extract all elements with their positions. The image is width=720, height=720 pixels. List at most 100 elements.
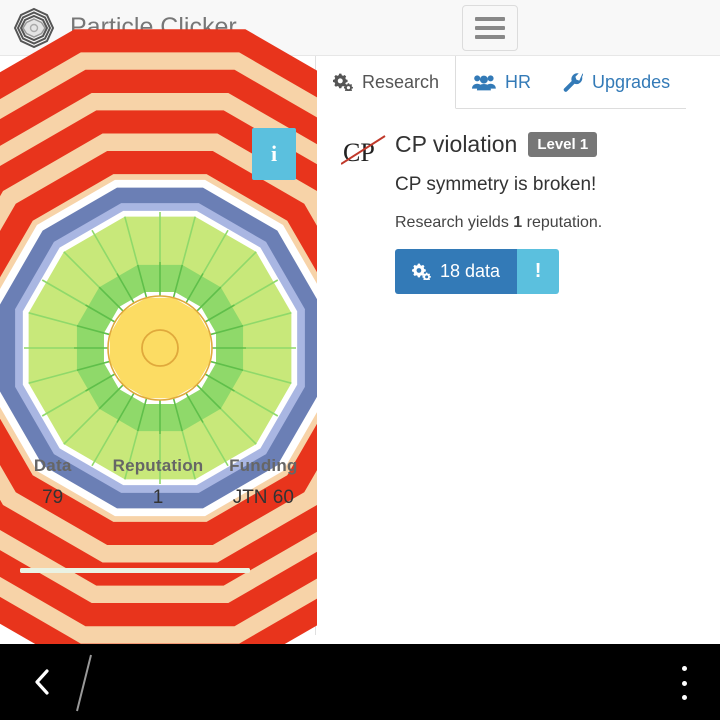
- detector-segment-line: [196, 384, 222, 410]
- menu-dot: [681, 680, 687, 686]
- yield-value: 1: [513, 214, 523, 231]
- progress-bar: [20, 568, 250, 573]
- research-alert-button[interactable]: !: [517, 249, 560, 294]
- detector-segment-line: [185, 392, 204, 423]
- detector-segment-line: [242, 312, 292, 327]
- detector-segment-line: [76, 324, 110, 336]
- progress-bar-fill: [20, 568, 250, 573]
- detector-segment-line: [76, 360, 110, 372]
- detector-muon-inner: [15, 203, 305, 493]
- tab-hr[interactable]: HR: [456, 56, 548, 109]
- panel-column: Research HR Upgrades CP violation Level …: [317, 56, 720, 635]
- tab-label: Upgrades: [592, 71, 671, 92]
- cogs-icon: [412, 263, 431, 280]
- detector-gap: [22, 210, 298, 486]
- detector-ecal-ring: [76, 264, 244, 432]
- research-button-group: 18 data !: [395, 249, 710, 294]
- detector-tracker-core: [109, 297, 211, 399]
- research-card[interactable]: CP CP violation Level 1 CP symmetry is b…: [317, 109, 720, 294]
- detector-segment-line: [196, 286, 222, 312]
- tab-label: Research: [362, 71, 440, 92]
- wrench-icon: [563, 72, 584, 92]
- buy-button-label: 18 data: [440, 261, 501, 281]
- stat-label: Reputation: [112, 456, 204, 475]
- detector-core-outline: [107, 295, 213, 401]
- detector-segment-line: [28, 369, 78, 384]
- app-header: Particle Clicker: [0, 0, 720, 56]
- info-button[interactable]: i: [252, 128, 296, 180]
- menu-dot: [681, 695, 687, 700]
- tab-upgrades[interactable]: Upgrades: [547, 56, 687, 109]
- detector-segment-line: [41, 279, 86, 306]
- detector-segment-line: [185, 273, 204, 304]
- detector-segment-line: [172, 264, 184, 298]
- detector-segment-line: [181, 216, 196, 266]
- detector-segment-line: [220, 408, 257, 445]
- detector-segment-line: [116, 392, 135, 423]
- detector-segment-line: [116, 273, 135, 304]
- hamburger-bar: [475, 35, 505, 39]
- detector-segment-line: [210, 324, 244, 336]
- detector-segment-line: [98, 286, 124, 312]
- tab-research[interactable]: Research: [317, 56, 457, 109]
- research-title: CP violation: [395, 131, 518, 157]
- stat-data: Data 79: [0, 456, 105, 509]
- status-badge: Level 1: [528, 132, 598, 157]
- detector-segment-line: [85, 304, 116, 323]
- stat-value: JTN 60: [232, 487, 294, 508]
- tab-bar: Research HR Upgrades: [317, 56, 720, 109]
- hamburger-bar: [475, 26, 505, 30]
- detector-segment-line: [136, 264, 148, 298]
- more-vertical-icon[interactable]: [672, 666, 696, 700]
- stat-reputation: Reputation 1: [105, 456, 210, 509]
- detector-segment-line: [136, 398, 148, 432]
- research-buy-button[interactable]: 18 data: [395, 249, 518, 294]
- detector-hcal-ring: [28, 216, 292, 480]
- detector-segment-line: [220, 251, 257, 288]
- stats-row: Data 79 Reputation 1 Funding JTN 60: [0, 456, 316, 509]
- detector-segment-line: [172, 398, 184, 432]
- research-title-row: CP violation Level 1: [395, 131, 710, 158]
- detector-segment-line: [91, 229, 118, 274]
- menu-dot: [681, 666, 687, 671]
- detector-segment-line: [204, 304, 235, 323]
- detector-segment-line: [234, 390, 279, 417]
- detector-gap: [103, 291, 217, 405]
- detector-segment-line: [63, 408, 100, 445]
- research-description: CP symmetry is broken!: [395, 174, 597, 195]
- detector-segment-line: [210, 360, 244, 372]
- brand[interactable]: Particle Clicker: [0, 6, 237, 50]
- detector-segment-line: [28, 312, 78, 327]
- yield-suffix: reputation.: [522, 214, 603, 231]
- page-title: Particle Clicker: [70, 13, 237, 41]
- detector-segment-line: [124, 216, 139, 266]
- detector-segment-line: [234, 279, 279, 306]
- detector-segment-line: [204, 373, 235, 392]
- home-slash-icon[interactable]: [74, 652, 96, 714]
- app-root: Particle Clicker i Data 79 Reputation 1 …: [0, 0, 720, 720]
- cogs-icon: [333, 73, 353, 91]
- hamburger-icon[interactable]: [462, 5, 518, 51]
- stat-label: Data: [33, 456, 72, 475]
- tab-label: HR: [505, 71, 532, 92]
- hamburger-bar: [475, 17, 505, 21]
- detector-segment-line: [85, 373, 116, 392]
- detector-segment-line: [98, 384, 124, 410]
- users-icon: [472, 73, 496, 91]
- detector-segment-line: [202, 229, 229, 274]
- cp-violation-icon: CP: [341, 135, 386, 167]
- research-yield: Research yields 1 reputation.: [395, 214, 710, 232]
- detector-beam-pipe: [141, 329, 179, 367]
- yield-prefix: Research yields: [395, 214, 514, 231]
- stat-value: 79: [42, 487, 64, 508]
- stat-funding: Funding JTN 60: [211, 456, 316, 509]
- chevron-left-icon[interactable]: [26, 666, 58, 698]
- detector-segment-line: [41, 390, 86, 417]
- stat-label: Funding: [229, 456, 298, 475]
- detector-logo-icon: [13, 7, 55, 48]
- stat-value: 1: [152, 487, 164, 508]
- detector-column: i Data 79 Reputation 1 Funding JTN 60: [0, 29, 479, 667]
- system-navigation-bar: [0, 644, 720, 720]
- detector-segment-line: [242, 369, 292, 384]
- detector-visualization[interactable]: i: [0, 29, 479, 667]
